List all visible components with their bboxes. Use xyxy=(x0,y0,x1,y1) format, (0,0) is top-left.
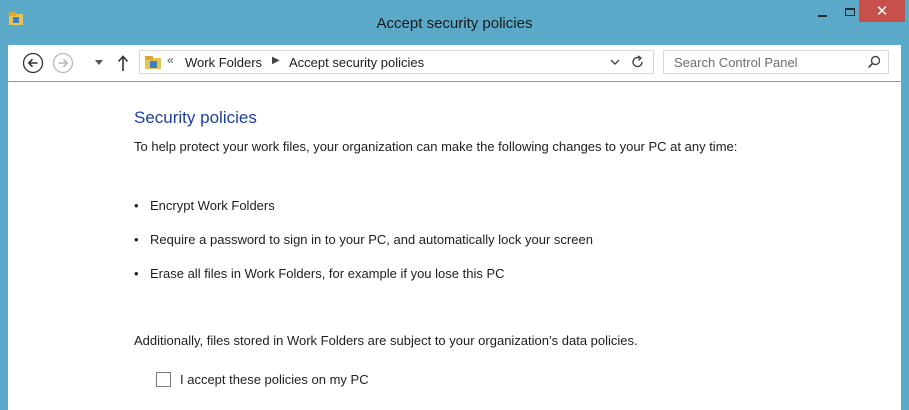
window: Accept security policies ✕ « Work Folder… xyxy=(0,0,909,410)
close-button[interactable]: ✕ xyxy=(859,0,905,22)
page-title: Security policies xyxy=(134,108,257,127)
policy-text: Require a password to sign in to your PC… xyxy=(150,232,593,247)
policy-text: Encrypt Work Folders xyxy=(150,198,275,213)
minimize-icon xyxy=(817,15,827,17)
accept-policies-label[interactable]: I accept these policies on my PC xyxy=(180,372,369,387)
window-title: Accept security policies xyxy=(376,15,533,32)
policy-item: • Encrypt Work Folders xyxy=(134,198,275,213)
minimize-button[interactable] xyxy=(808,0,836,24)
navigation-bar: « Work Folders ▶ Accept security policie… xyxy=(8,45,901,81)
policy-item: • Erase all files in Work Folders, for ex… xyxy=(134,266,505,281)
close-icon: ✕ xyxy=(875,3,889,20)
back-button[interactable] xyxy=(22,52,44,74)
refresh-button[interactable] xyxy=(630,54,646,70)
bullet-icon: • xyxy=(134,266,139,281)
back-arrow-icon xyxy=(22,52,44,74)
breadcrumb-separator-icon[interactable]: ▶ xyxy=(272,55,280,66)
intro-text: To help protect your work files, your or… xyxy=(134,139,738,154)
up-arrow-icon xyxy=(117,55,129,71)
breadcrumb-accept-security-policies[interactable]: Accept security policies xyxy=(289,55,424,70)
maximize-icon xyxy=(845,8,855,16)
work-folders-icon xyxy=(145,56,161,69)
forward-button[interactable] xyxy=(52,52,74,74)
search-icon[interactable] xyxy=(867,55,881,69)
search-placeholder: Search Control Panel xyxy=(674,55,798,70)
recent-locations-button[interactable] xyxy=(94,57,104,67)
chevron-down-icon xyxy=(610,59,620,65)
main-content: Security policies To help protect your w… xyxy=(8,82,901,410)
breadcrumb-work-folders[interactable]: Work Folders xyxy=(185,55,262,70)
address-bar[interactable]: « Work Folders ▶ Accept security policie… xyxy=(139,50,654,74)
accept-policies-checkbox[interactable] xyxy=(156,372,171,387)
search-input[interactable]: Search Control Panel xyxy=(663,50,889,74)
policy-text: Erase all files in Work Folders, for exa… xyxy=(150,266,505,281)
data-policy-note: Additionally, files stored in Work Folde… xyxy=(134,333,638,348)
bullet-icon: • xyxy=(134,198,139,213)
up-button[interactable] xyxy=(115,53,131,73)
chevron-down-icon xyxy=(95,60,103,65)
bullet-icon: • xyxy=(134,232,139,247)
refresh-icon xyxy=(632,55,643,68)
address-dropdown-button[interactable] xyxy=(608,56,622,68)
title-bar[interactable]: Accept security policies ✕ xyxy=(0,0,909,44)
policy-item: • Require a password to sign in to your P… xyxy=(134,232,593,247)
forward-arrow-icon xyxy=(52,52,74,74)
breadcrumb-overflow-icon[interactable]: « xyxy=(167,53,174,67)
